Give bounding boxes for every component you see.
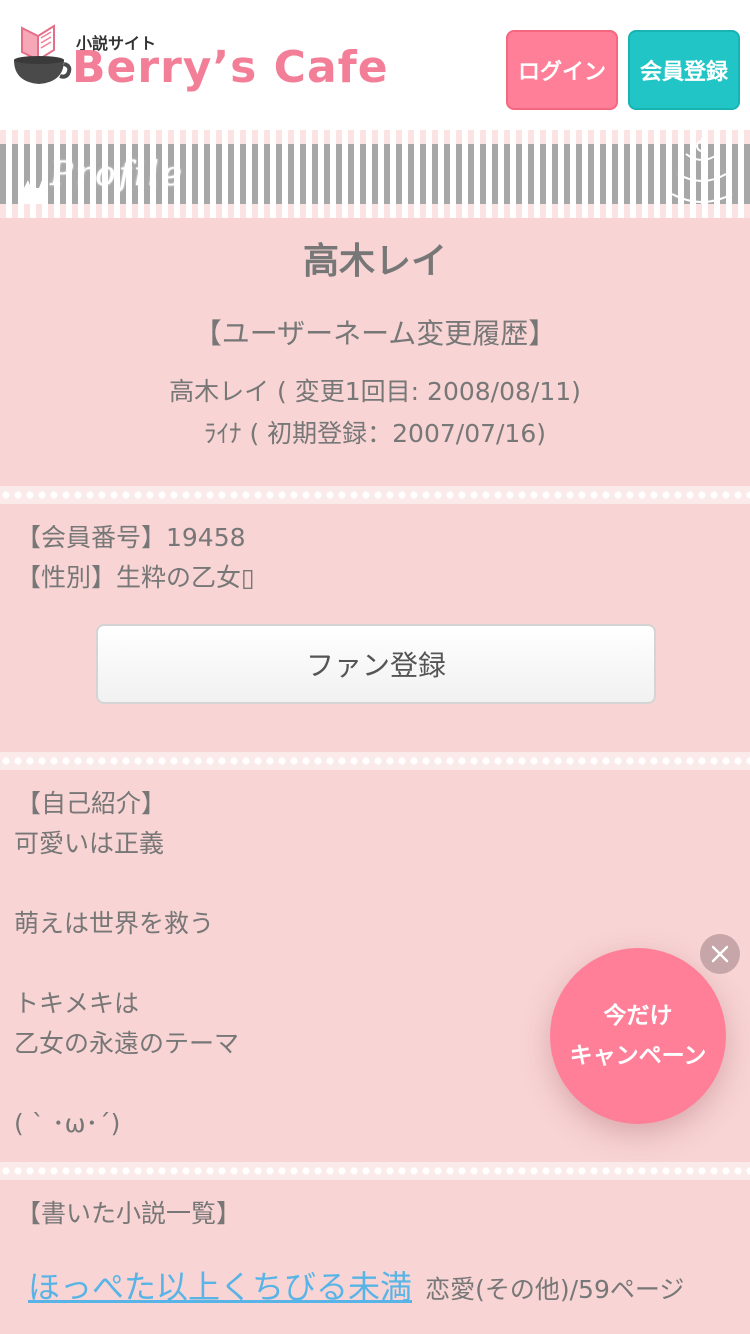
close-icon[interactable] [700,934,740,974]
intro-heading: 【自己紹介】 [16,789,167,818]
novel-list-item: ほっぺた以上くちびる未満 恋愛(その他)/59ページ [28,1262,684,1308]
site-header: 小説サイト Berry’s Cafe ログイン 会員登録 [0,0,750,130]
member-gender: 【性別】生粋の乙女▯ [16,563,255,592]
member-number: 【会員番号】19458 [16,523,246,552]
book-cup-logo-icon[interactable] [8,24,72,90]
intro-line: トキメキは [14,989,140,1018]
intro-line: 乙女の永遠のテーマ [14,1029,240,1058]
name-history-item: 高木レイ ( 変更1回目: 2008/08/11) [169,377,581,406]
name-history-title: 【ユーザーネーム変更履歴】 [193,317,557,350]
fan-register-button[interactable]: ファン登録 [96,624,656,704]
login-button[interactable]: ログイン [506,30,618,110]
lace-divider [0,1162,750,1180]
novel-title-link[interactable]: ほっぺた以上くちびる未満 [28,1268,412,1306]
intro-line: 可愛いは正義 [14,829,165,858]
intro-line: ( ` ･ω･´) [14,1109,121,1138]
campaign-button[interactable]: 今だけ キャンペーン [550,948,726,1124]
lace-ornament-icon [671,138,733,210]
banner-title: Profile [50,154,186,194]
register-button[interactable]: 会員登録 [628,30,740,110]
cat-silhouette-icon [24,180,46,214]
lace-divider [0,752,750,770]
novels-heading: 【書いた小説一覧】 [16,1199,242,1228]
logo-wordmark[interactable]: Berry’s Cafe [72,42,389,93]
lace-divider [0,486,750,504]
profile-banner: Profile [0,130,750,218]
novel-meta: 恋愛(その他)/59ページ [425,1275,685,1304]
campaign-line2: キャンペーン [569,1043,707,1069]
campaign-line1: 今だけ [603,1003,673,1029]
profile-name: 高木レイ [302,241,447,282]
name-history-item: ﾗｲﾅ ( 初期登録：2007/07/16) [204,419,546,448]
close-icon-glyph [711,945,729,963]
intro-line: 萌えは世界を救う [14,909,215,938]
